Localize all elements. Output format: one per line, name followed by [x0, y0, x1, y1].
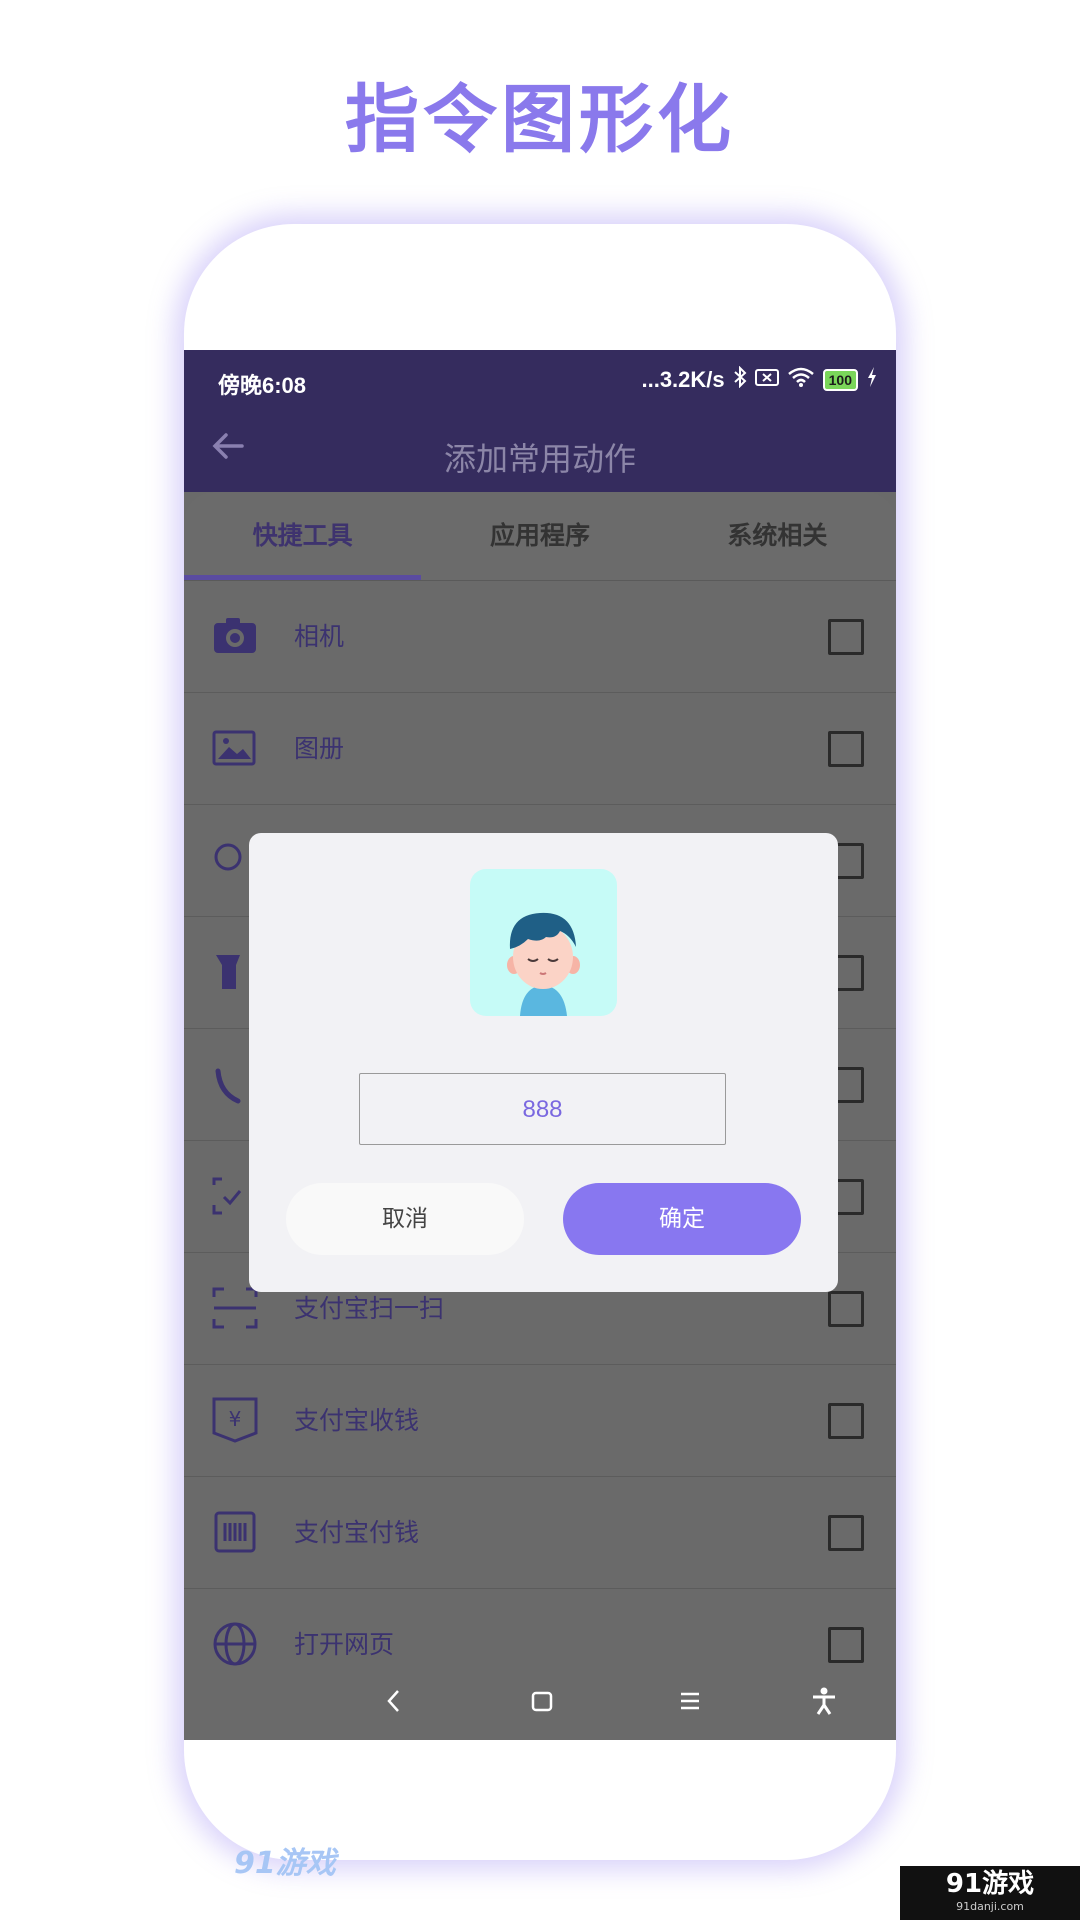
- list-item[interactable]: 图册: [184, 693, 896, 805]
- list-item-label: 支付宝扫一扫: [294, 1294, 445, 1323]
- accessibility-button[interactable]: [804, 1686, 844, 1724]
- tab-applications[interactable]: 应用程序: [421, 492, 658, 580]
- list-item-label: 打开网页: [294, 1630, 395, 1659]
- square-icon: [531, 1691, 553, 1712]
- status-icons: ...3.2K/s 100: [641, 365, 878, 394]
- battery-icon: 100: [822, 369, 858, 391]
- list-item-label: 支付宝收钱: [294, 1406, 420, 1435]
- avatar-illustration: [507, 912, 580, 1016]
- avatar: [470, 869, 617, 1016]
- input-dialog: 888 取消 确定: [249, 833, 838, 1292]
- code-input-field[interactable]: 888: [359, 1073, 726, 1145]
- camera-icon: [214, 618, 256, 653]
- item-checkbox[interactable]: [828, 731, 864, 767]
- gallery-icon: [212, 730, 256, 766]
- nav-bar: [184, 1672, 896, 1740]
- tab-bar: 快捷工具 应用程序 系统相关: [184, 492, 896, 580]
- headline: 指令图形化: [345, 77, 735, 163]
- cancel-button[interactable]: 取消: [286, 1183, 524, 1255]
- watermark-title: 91游戏: [945, 1869, 1035, 1899]
- confirm-button[interactable]: 确定: [563, 1183, 801, 1255]
- watermark-logo-right: 91游戏 91danji.com: [900, 1866, 1080, 1920]
- charging-icon: [866, 366, 878, 394]
- list-item-label: 图册: [294, 734, 345, 763]
- status-bar: 傍晚6:08 ...3.2K/s 100: [184, 350, 896, 414]
- list-item-label: 相机: [294, 622, 345, 651]
- page-title: 添加常用动作: [443, 440, 636, 478]
- app-bar: 添加常用动作: [184, 414, 896, 492]
- list-item-label: 支付宝付钱: [294, 1518, 420, 1547]
- wifi-icon: [787, 366, 815, 394]
- svg-text:¥: ¥: [229, 1407, 242, 1431]
- item-checkbox[interactable]: [828, 1515, 864, 1551]
- item-checkbox[interactable]: [828, 619, 864, 655]
- item-checkbox[interactable]: [828, 1403, 864, 1439]
- menu-icon: [681, 1692, 699, 1710]
- tab-quick-tools[interactable]: 快捷工具: [184, 492, 422, 580]
- nav-back-button[interactable]: [374, 1686, 414, 1724]
- list-item[interactable]: ¥ 支付宝收钱: [184, 1365, 896, 1477]
- accessibility-icon: [813, 1687, 835, 1715]
- list-item[interactable]: 支付宝付钱: [184, 1477, 896, 1589]
- nav-menu-button[interactable]: [670, 1686, 710, 1724]
- receive-money-icon: ¥: [212, 1397, 258, 1443]
- nav-home-button[interactable]: [522, 1686, 562, 1724]
- chevron-left-icon: [387, 1690, 399, 1712]
- network-speed: ...3.2K/s: [641, 367, 725, 392]
- globe-icon: [213, 1622, 257, 1666]
- watermark-logo-left: 91游戏: [234, 1846, 336, 1881]
- item-checkbox[interactable]: [828, 1627, 864, 1663]
- list-item[interactable]: 相机: [184, 581, 896, 693]
- item-checkbox[interactable]: [828, 1291, 864, 1327]
- watermark-url: 91danji.com: [956, 1900, 1024, 1913]
- bluetooth-icon: [733, 365, 747, 394]
- barcode-icon: [214, 1511, 256, 1553]
- sim-icon: [754, 367, 779, 393]
- status-time: 傍晚6:08: [218, 373, 307, 398]
- tab-system[interactable]: 系统相关: [659, 492, 896, 580]
